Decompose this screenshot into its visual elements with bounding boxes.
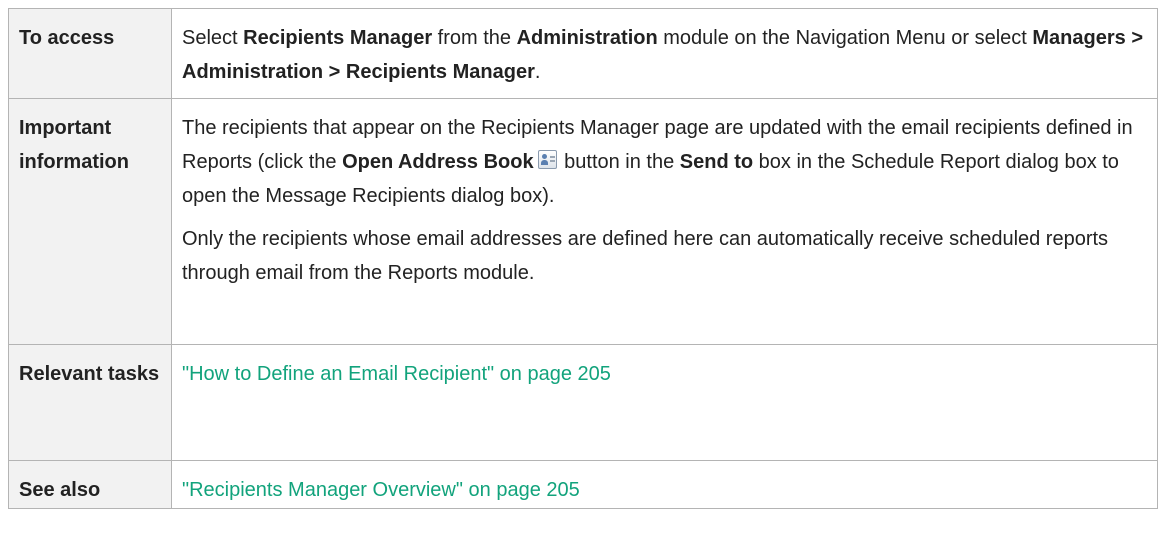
text-run: Select [182, 27, 244, 49]
icon-part [549, 160, 555, 162]
table-row-to-access: To access Select Recipients Manager from… [8, 8, 1158, 99]
table-row-important-information: Important information The recipients tha… [8, 98, 1158, 345]
address-book-icon [537, 150, 557, 169]
row-label-cell: To access [8, 8, 172, 99]
row-content-cell: Select Recipients Manager from the Admin… [171, 8, 1158, 99]
important-paragraph-1: The recipients that appear on the Recipi… [182, 111, 1153, 213]
table-row-see-also: See also "Recipients Manager Overview" o… [8, 460, 1158, 509]
table-row-relevant-tasks: Relevant tasks "How to Define an Email R… [8, 344, 1158, 461]
icon-part [540, 160, 548, 165]
tasks-content: "How to Define an Email Recipient" on pa… [172, 345, 1157, 391]
row-content-cell: "How to Define an Email Recipient" on pa… [171, 344, 1158, 461]
row-label-cell: Relevant tasks [8, 344, 172, 461]
link-recipients-manager-overview[interactable]: "Recipients Manager Overview" on page 20… [182, 479, 580, 501]
row-content-cell: The recipients that appear on the Recipi… [171, 98, 1158, 345]
important-content: The recipients that appear on the Recipi… [172, 99, 1157, 290]
row-content-cell: "Recipients Manager Overview" on page 20… [171, 460, 1158, 509]
important-paragraph-2: Only the recipients whose email addresse… [182, 228, 1109, 284]
link-define-email-recipient[interactable]: "How to Define an Email Recipient" on pa… [182, 363, 611, 385]
ui-term-recipients-manager: Recipients Manager [243, 27, 433, 49]
text-run: . [534, 61, 541, 83]
ui-term-send-to: Send to [679, 151, 754, 173]
row-label-cell: Important information [8, 98, 172, 345]
text-run: module on the Navigation Menu or select [657, 27, 1033, 49]
row-label: Important information [19, 117, 129, 173]
icon-part [549, 156, 555, 158]
text-run: from the [432, 27, 517, 49]
text-run: button in the [558, 151, 680, 173]
see-also-content: "Recipients Manager Overview" on page 20… [172, 461, 1157, 507]
row-label: Relevant tasks [19, 363, 160, 385]
row-label: See also [19, 479, 101, 501]
info-table: To access Select Recipients Manager from… [8, 8, 1158, 509]
access-description: Select Recipients Manager from the Admin… [172, 9, 1157, 89]
ui-term-administration: Administration [516, 27, 658, 49]
ui-term-open-address-book: Open Address Book [342, 151, 534, 173]
row-label-cell: See also [8, 460, 172, 509]
row-label: To access [19, 27, 115, 49]
icon-part [541, 154, 547, 159]
